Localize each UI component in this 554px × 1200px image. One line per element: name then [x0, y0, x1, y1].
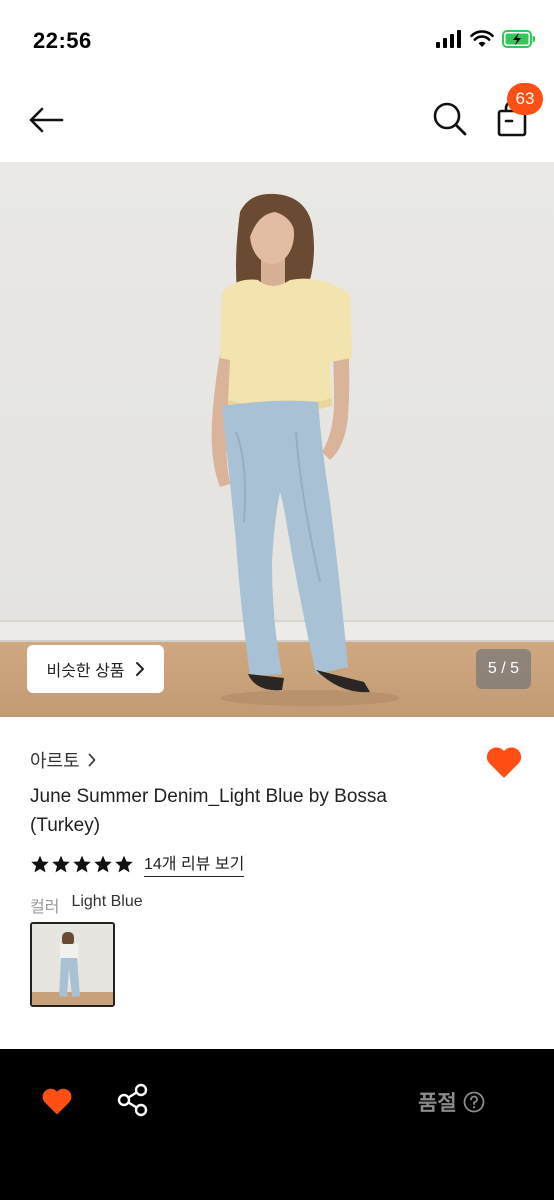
brand-link[interactable]: 아르토: [30, 747, 96, 773]
view-reviews-link[interactable]: 14개 리뷰 보기: [144, 850, 245, 877]
color-option-thumbnail[interactable]: [30, 922, 115, 1007]
chevron-right-icon: [88, 753, 96, 767]
product-image-carousel[interactable]: 비슷한 상품 5 / 5: [0, 162, 554, 717]
star-icon: [52, 855, 70, 872]
image-page-counter: 5 / 5: [476, 649, 531, 689]
top-nav: [0, 80, 554, 162]
color-label: 컬러: [30, 899, 60, 916]
share-button[interactable]: [117, 1083, 149, 1117]
bottom-action-bar: 품절: [0, 1049, 554, 1200]
product-title: June Summer Denim_Light Blue by Bossa (T…: [30, 786, 387, 836]
share-icon: [117, 1083, 148, 1117]
wifi-icon: [470, 30, 494, 47]
similar-products-label: 비슷한 상품: [46, 663, 125, 680]
rating-row: 14개 리뷰 보기: [30, 850, 245, 877]
star-icon: [31, 855, 49, 872]
star-icon: [115, 855, 133, 872]
status-time: 22:56: [33, 28, 92, 53]
star-icon: [94, 855, 112, 872]
arrow-left-icon: [29, 107, 64, 133]
wishlist-button[interactable]: [484, 742, 524, 782]
star-rating: [30, 854, 134, 874]
battery-charging-icon: [502, 30, 535, 48]
heart-icon: [42, 1088, 72, 1115]
signal-icon: [436, 30, 461, 48]
color-value: Light Blue: [71, 893, 143, 910]
brand-name: 아르토: [30, 751, 80, 771]
thumbnail-photo: [32, 924, 113, 1005]
color-row: 컬러 Light Blue: [30, 893, 143, 917]
sold-out-label: 품절: [418, 1092, 457, 1115]
search-button[interactable]: [430, 99, 470, 139]
similar-products-button[interactable]: 비슷한 상품: [27, 645, 164, 693]
back-button[interactable]: [26, 100, 66, 140]
sold-out-status: 품절: [418, 1087, 485, 1117]
status-bar: 22:56: [0, 0, 554, 80]
search-icon: [433, 102, 467, 136]
product-photo-model: [211, 193, 400, 706]
help-icon[interactable]: [463, 1091, 485, 1113]
star-icon: [73, 855, 91, 872]
cart-count-badge: 63: [507, 83, 543, 115]
bottom-wishlist-button[interactable]: [40, 1085, 74, 1117]
heart-icon: [486, 747, 522, 778]
status-icons: [436, 30, 536, 48]
chevron-right-icon: [135, 662, 144, 676]
